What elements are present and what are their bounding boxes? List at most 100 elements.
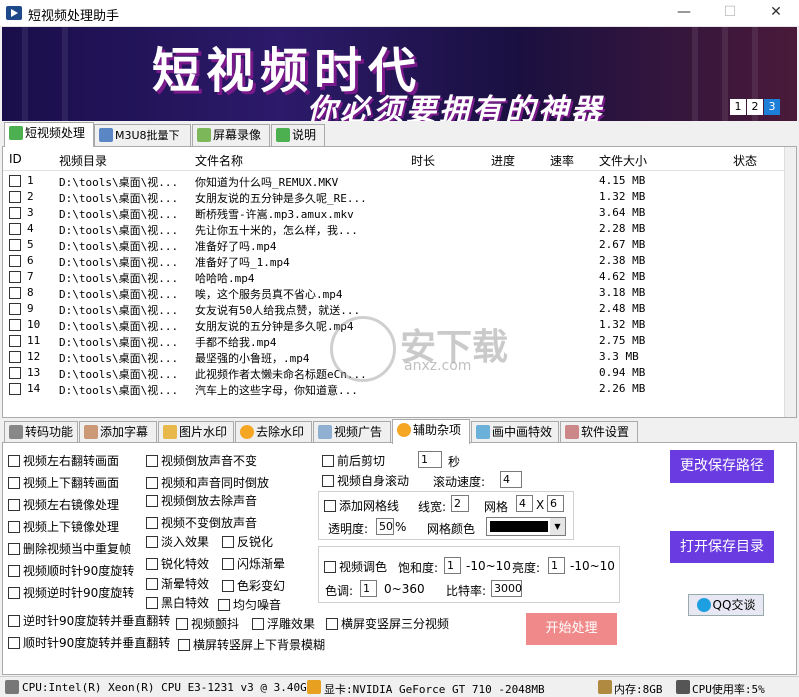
row-checkbox[interactable] [9, 303, 21, 315]
reverse-audio-checkbox[interactable]: 视频不变倒放声音 [146, 514, 257, 531]
unsharp-checkbox[interactable]: 反锐化 [222, 533, 273, 550]
rotate-ccw-checkbox[interactable]: 视频逆时针90度旋转 [8, 584, 134, 601]
table-row[interactable]: 8 D:\tools\桌面\视... 唉，这个服务员真不省心.mp4 3.18 MB [3, 285, 787, 301]
rotate-cw-checkbox[interactable]: 视频顺时针90度旋转 [8, 562, 134, 579]
grid-y-input[interactable]: 6 [547, 495, 564, 512]
trim-checkbox[interactable]: 前后剪切 [322, 452, 385, 469]
sharpen-checkbox[interactable]: 锐化特效 [146, 555, 209, 572]
window-title: 短视频处理助手 [28, 9, 120, 24]
flicker-vignette-checkbox[interactable]: 闪烁渐晕 [222, 555, 285, 572]
row-filename: 你知道为什么吗_REMUX.MKV [195, 176, 339, 189]
qq-chat-button[interactable]: QQ交谈 [688, 594, 764, 616]
table-row[interactable]: 4 D:\tools\桌面\视... 先让你五十米的，怎么样，我... 2.28 MB [3, 221, 787, 237]
flip-vertical-checkbox[interactable]: 视频上下翻转画面 [8, 474, 119, 491]
tab-image-watermark[interactable]: 图片水印 [158, 421, 234, 443]
tab-remove-watermark[interactable]: 去除水印 [235, 421, 312, 443]
minimize-button[interactable]: — [661, 0, 707, 27]
tab-misc[interactable]: 辅助杂项 [392, 419, 470, 444]
landscape-blur-checkbox[interactable]: 横屏转竖屏上下背景模糊 [178, 636, 325, 653]
maximize-button[interactable]: ☐ [707, 0, 753, 27]
hue-input[interactable]: 1 [360, 580, 377, 597]
ccw-rotate-flip-checkbox[interactable]: 逆时针90度旋转并垂直翻转 [8, 612, 170, 629]
bitrate-label: 比特率: [446, 584, 487, 598]
uniform-noise-checkbox[interactable]: 均匀噪音 [218, 596, 281, 613]
table-row[interactable]: 5 D:\tools\桌面\视... 准备好了吗.mp4 2.67 MB [3, 237, 787, 253]
row-dir: D:\tools\桌面\视... [59, 288, 179, 301]
row-checkbox[interactable] [9, 191, 21, 203]
banner-page-1[interactable]: 1 [730, 99, 746, 115]
table-row[interactable]: 3 D:\tools\桌面\视... 断桥残雪-许嵩.mp3.amux.mkv 3.6… [3, 205, 787, 221]
table-header: ID 视频目录 文件名称 时长 进度 速率 文件大小 状态 [3, 147, 796, 171]
row-checkbox[interactable] [9, 351, 21, 363]
fade-in-checkbox[interactable]: 淡入效果 [146, 533, 209, 550]
banner-page-3[interactable]: 3 [764, 99, 780, 115]
row-dir: D:\tools\桌面\视... [59, 384, 179, 397]
tab-settings[interactable]: 软件设置 [560, 421, 638, 443]
row-size: 2.48 MB [599, 302, 646, 315]
banner-page-2[interactable]: 2 [747, 99, 763, 115]
table-row[interactable]: 1 D:\tools\桌面\视... 你知道为什么吗_REMUX.MKV 4.15 M… [3, 173, 787, 189]
row-checkbox[interactable] [9, 367, 21, 379]
cw-rotate-flip-checkbox[interactable]: 顺时针90度旋转并垂直翻转 [8, 634, 170, 651]
table-row[interactable]: 2 D:\tools\桌面\视... 女朋友说的五分钟是多久呢_RE... 1.32 … [3, 189, 787, 205]
row-checkbox[interactable] [9, 207, 21, 219]
table-row[interactable]: 13 D:\tools\桌面\视... 此视频作者太懒未命名标题eCn... 0.94… [3, 365, 787, 381]
saturation-input[interactable]: 1 [444, 557, 461, 574]
row-checkbox[interactable] [9, 319, 21, 331]
mirror-horizontal-checkbox[interactable]: 视频左右镜像处理 [8, 496, 119, 513]
trim-seconds-input[interactable]: 1 [418, 451, 442, 468]
row-checkbox[interactable] [9, 335, 21, 347]
row-size: 4.15 MB [599, 174, 646, 187]
opacity-input[interactable]: 50 [376, 518, 394, 535]
row-checkbox[interactable] [9, 175, 21, 187]
grid-lines-checkbox[interactable]: 添加网格线 [324, 497, 399, 514]
grid-x-input[interactable]: 4 [516, 495, 533, 512]
row-checkbox[interactable] [9, 287, 21, 299]
color-adjust-checkbox[interactable]: 视频调色 [324, 558, 387, 575]
row-checkbox[interactable] [9, 223, 21, 235]
close-button[interactable]: ✕ [753, 0, 799, 27]
tab-m3u8-download[interactable]: M3U8批量下载 [94, 124, 191, 163]
row-checkbox[interactable] [9, 383, 21, 395]
flip-horizontal-checkbox[interactable]: 视频左右翻转画面 [8, 452, 119, 469]
grid-color-dropdown[interactable]: ▼ [486, 517, 566, 536]
table-row[interactable]: 6 D:\tools\桌面\视... 准备好了吗_1.mp4 2.38 MB [3, 253, 787, 269]
pen-icon [84, 425, 98, 439]
row-checkbox[interactable] [9, 271, 21, 283]
table-row[interactable]: 7 D:\tools\桌面\视... 哈哈哈.mp4 4.62 MB [3, 269, 787, 285]
line-width-input[interactable]: 2 [451, 495, 469, 512]
scroll-speed-input[interactable]: 4 [500, 471, 522, 488]
table-row[interactable]: 9 D:\tools\桌面\视... 女友说有50人给我点赞，就送... 2.48 M… [3, 301, 787, 317]
tab-subtitle[interactable]: 添加字幕 [79, 421, 157, 443]
tab-screen-record[interactable]: 屏幕录像 [192, 124, 270, 146]
black-white-checkbox[interactable]: 黑白特效 [146, 594, 209, 611]
reverse-mute-checkbox[interactable]: 视频倒放去除声音 [146, 492, 257, 509]
row-checkbox[interactable] [9, 239, 21, 251]
row-dir: D:\tools\桌面\视... [59, 320, 179, 333]
reverse-keep-audio-checkbox[interactable]: 视频倒放声音不变 [146, 452, 257, 469]
landscape-triple-checkbox[interactable]: 横屏变竖屏三分视频 [326, 615, 449, 632]
brightness-input[interactable]: 1 [548, 557, 565, 574]
color-shift-checkbox[interactable]: 色彩变幻 [222, 577, 285, 594]
emboss-checkbox[interactable]: 浮雕效果 [252, 615, 315, 632]
start-process-button[interactable]: 开始处理 [526, 613, 617, 645]
reverse-both-checkbox[interactable]: 视频和声音同时倒放 [146, 474, 269, 491]
table-scrollbar[interactable] [784, 147, 796, 417]
vignette-checkbox[interactable]: 渐晕特效 [146, 575, 209, 592]
self-scroll-checkbox[interactable]: 视频自身滚动 [322, 472, 409, 489]
table-row[interactable]: 14 D:\tools\桌面\视... 汽车上的这些字母，你知道意... 2.26 M… [3, 381, 787, 397]
row-dir: D:\tools\桌面\视... [59, 240, 179, 253]
table-row[interactable]: 10 D:\tools\桌面\视... 女朋友说的五分钟是多久呢.mp4 1.32 M… [3, 317, 787, 333]
tab-transcode[interactable]: 转码功能 [4, 421, 78, 443]
open-save-dir-button[interactable]: 打开保存目录 [670, 531, 774, 563]
bitrate-input[interactable]: 3000 [491, 580, 522, 597]
mirror-vertical-checkbox[interactable]: 视频上下镜像处理 [8, 518, 119, 535]
tab-pip[interactable]: 画中画特效 [471, 421, 559, 443]
tab-video-process[interactable]: 短视频处理 [4, 122, 94, 147]
shake-checkbox[interactable]: 视频颤抖 [176, 615, 239, 632]
tab-video-ad[interactable]: 视频广告 [313, 421, 391, 443]
tab-help[interactable]: 说明 [271, 124, 325, 146]
change-save-path-button[interactable]: 更改保存路径 [670, 450, 774, 483]
row-checkbox[interactable] [9, 255, 21, 267]
remove-dup-frames-checkbox[interactable]: 删除视频当中重复帧 [8, 540, 131, 557]
